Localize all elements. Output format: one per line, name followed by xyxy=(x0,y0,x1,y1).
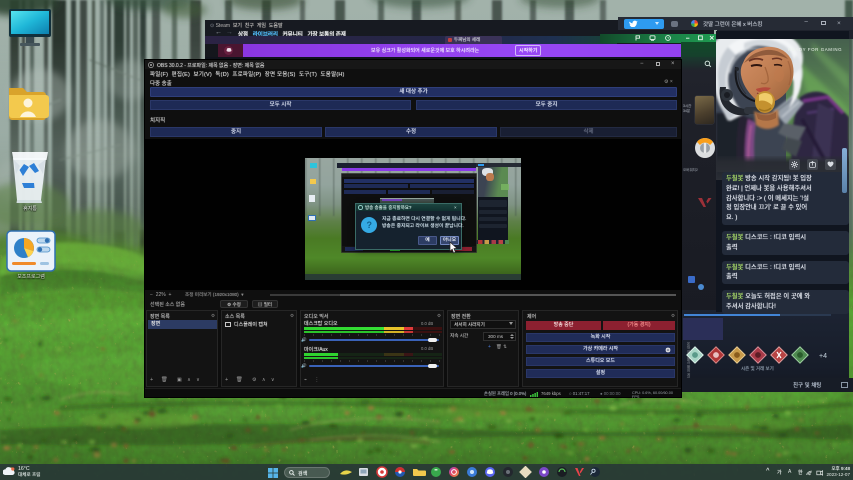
svg-text:READY FOR GAMING: READY FOR GAMING xyxy=(788,47,842,52)
svg-text:+4: +4 xyxy=(819,353,827,360)
